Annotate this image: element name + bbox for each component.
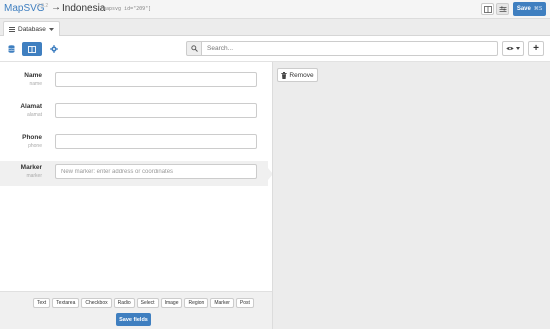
field-sublabel: name [29,81,42,87]
form-row-phone: Phone phone [0,131,268,156]
map-title: Indonesia [62,3,106,14]
remove-field-button[interactable]: Remove [277,68,318,82]
search-input[interactable] [202,41,498,56]
save-fields-button[interactable]: Save fields [116,313,151,326]
form-row-marker[interactable]: Marker marker [0,161,268,186]
map-shortcode[interactable]: [mapsvg id="209"] [100,6,151,12]
sliders-icon [499,6,506,12]
field-type-image-button[interactable]: Image [160,298,183,308]
field-type-text-button[interactable]: Text [33,298,51,308]
tab-database[interactable]: Database [3,21,60,36]
field-sublabel: alamat [26,112,42,118]
form-row-name: Name name [0,69,268,94]
arrow-icon: → [51,2,61,13]
eye-icon [506,46,514,51]
field-settings-panel: Remove [272,62,550,329]
settings-button[interactable] [47,43,60,55]
form-panel: Name name Alamat alamat Phone phone Mark… [0,62,272,329]
tabs-bar: Database [0,19,550,36]
add-object-button[interactable]: + [528,41,544,56]
plus-icon: + [533,43,539,54]
trash-icon [281,71,288,79]
field-sublabel: marker [26,173,42,179]
remove-label: Remove [289,71,314,79]
version-label: 3.0.2 [37,3,49,9]
field-label: Alamat [20,103,42,110]
caret-down-icon [516,47,520,50]
name-field[interactable] [55,72,257,87]
field-types-bar: Text Textarea Checkbox Radio Select Imag… [0,291,272,329]
gear-icon [49,45,58,53]
field-type-list: Text Textarea Checkbox Radio Select Imag… [33,298,254,308]
form-row-alamat: Alamat alamat [0,100,268,125]
columns-icon [28,45,36,53]
field-type-radio-button[interactable]: Radio [113,298,135,308]
field-type-select-button[interactable]: Select [136,298,159,308]
save-button-label: Save [516,6,531,12]
form-view-button[interactable] [22,42,42,56]
book-icon [483,5,492,13]
field-type-checkbox-button[interactable]: Checkbox [81,298,112,308]
field-label: Marker [20,164,42,171]
alamat-field[interactable] [55,103,257,118]
field-label: Name [24,72,42,79]
field-type-textarea-button[interactable]: Textarea [52,298,80,308]
layout-toggle-button[interactable] [481,3,494,15]
field-type-post-button[interactable]: Post [235,298,254,308]
field-label: Phone [22,134,42,141]
settings-toggle-button[interactable] [496,3,509,15]
save-button[interactable]: Save ⌘S [513,2,546,16]
marker-address-field[interactable] [55,164,257,179]
caret-down-icon [48,27,54,31]
phone-field[interactable] [55,134,257,149]
database-toolbar: + [0,36,550,62]
field-type-marker-button[interactable]: Marker [210,298,234,308]
field-type-region-button[interactable]: Region [184,298,209,308]
field-sublabel: phone [28,143,42,149]
visibility-dropdown-button[interactable] [502,41,524,56]
database-view-button[interactable] [5,43,18,55]
search-icon [190,45,198,52]
save-shortcut: ⌘S [533,6,543,12]
tab-label: Database [18,25,46,33]
database-icon [8,45,15,53]
top-bar: MapSVG 3.0.2 → Indonesia [mapsvg id="209… [0,0,550,19]
search-button[interactable] [186,41,202,56]
menu-icon [9,26,15,32]
